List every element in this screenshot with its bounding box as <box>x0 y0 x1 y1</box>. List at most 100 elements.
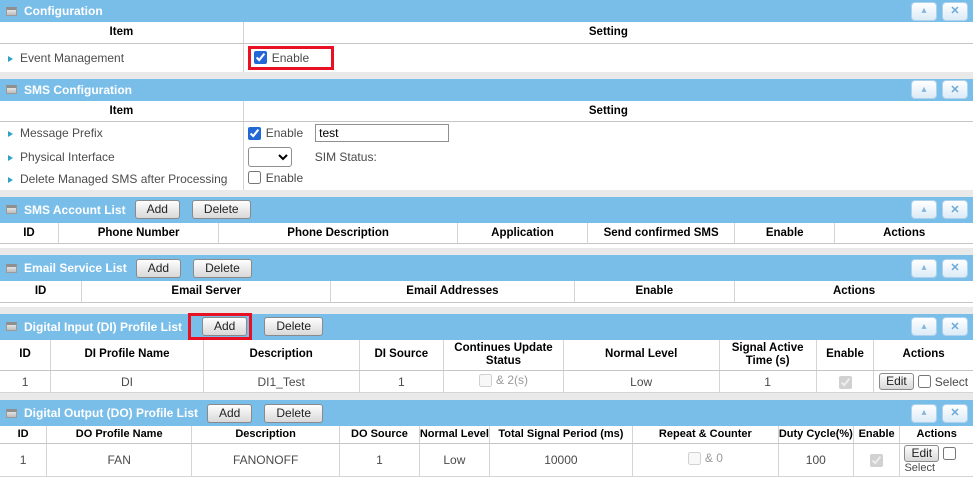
add-button[interactable]: Add <box>202 317 247 336</box>
row-arrow-icon <box>8 56 13 62</box>
col-normal-level: Normal Level <box>563 340 719 371</box>
add-button[interactable]: Add <box>135 200 180 219</box>
col-di-source: DI Source <box>359 340 444 371</box>
collapse-button[interactable]: ▴ <box>911 2 937 21</box>
physical-interface-select[interactable] <box>248 147 292 167</box>
select-checkbox[interactable] <box>918 375 931 388</box>
email-service-list-section: Email Service List Add Delete ▴ ✕ ID Ema… <box>0 255 973 307</box>
message-prefix-enable-checkbox[interactable] <box>248 127 261 140</box>
collapse-button[interactable]: ▴ <box>911 259 937 278</box>
delete-managed-sms-label: Delete Managed SMS after Processing <box>20 172 227 186</box>
col-email-server: Email Server <box>82 281 331 302</box>
col-normal-level: Normal Level <box>419 426 489 443</box>
cell-id: 1 <box>0 371 51 393</box>
enable-label: Enable <box>266 171 303 185</box>
section-title: Digital Output (DO) Profile List <box>24 406 198 420</box>
window-icon <box>6 264 17 273</box>
collapse-button[interactable]: ▴ <box>911 404 937 423</box>
col-item: Item <box>0 22 243 43</box>
sms-account-list-section: SMS Account List Add Delete ▴ ✕ ID Phone… <box>0 197 973 249</box>
col-email-addresses: Email Addresses <box>331 281 574 302</box>
col-setting: Setting <box>243 22 973 43</box>
add-button[interactable]: Add <box>136 259 181 278</box>
enable-checkbox <box>839 376 852 389</box>
message-prefix-input[interactable] <box>315 124 449 142</box>
collapse-button[interactable]: ▴ <box>911 80 937 99</box>
cell-repeat-counter: & 0 <box>632 443 778 476</box>
add-button[interactable]: Add <box>207 404 252 423</box>
col-send-confirmed-sms: Send confirmed SMS <box>588 223 735 244</box>
table-header-row: ID DO Profile Name Description DO Source… <box>0 426 973 443</box>
event-management-page: Configuration ▴ ✕ Item Setting Event Man… <box>0 0 973 477</box>
collapse-button[interactable]: ▴ <box>911 317 937 336</box>
select-label: Select <box>935 375 968 389</box>
close-icon[interactable]: ✕ <box>942 317 968 336</box>
configuration-section: Configuration ▴ ✕ Item Setting Event Man… <box>0 0 973 72</box>
message-prefix-row: Message Prefix Enable <box>0 122 973 145</box>
collapse-button[interactable]: ▴ <box>911 200 937 219</box>
sms-account-table: ID Phone Number Phone Description Applic… <box>0 223 973 245</box>
email-service-table: ID Email Server Email Addresses Enable A… <box>0 281 973 303</box>
enable-checkbox <box>870 454 883 467</box>
col-id: ID <box>0 426 47 443</box>
di-profile-list-section: Digital Input (DI) Profile List Add Dele… <box>0 314 973 394</box>
configuration-table: Item Setting Event Management Enable <box>0 22 973 72</box>
col-phone-number: Phone Number <box>58 223 219 244</box>
sms-configuration-header: SMS Configuration ▴ ✕ <box>0 79 973 101</box>
section-title: Configuration <box>24 4 103 18</box>
delete-button[interactable]: Delete <box>264 404 323 423</box>
delete-button[interactable]: Delete <box>264 317 323 336</box>
delete-button[interactable]: Delete <box>193 259 252 278</box>
do-profile-list-section: Digital Output (DO) Profile List Add Del… <box>0 400 973 477</box>
col-continues-update-status: Continues Update Status <box>444 340 564 371</box>
window-icon <box>6 7 17 16</box>
delete-managed-sms-enable-checkbox[interactable] <box>248 171 261 184</box>
edit-button[interactable]: Edit <box>904 445 939 462</box>
close-icon[interactable]: ✕ <box>942 404 968 423</box>
col-description: Description <box>203 340 359 371</box>
close-icon[interactable]: ✕ <box>942 2 968 21</box>
cell-do-profile-name: FAN <box>47 443 192 476</box>
col-di-profile-name: DI Profile Name <box>51 340 204 371</box>
di-profile-table: ID DI Profile Name Description DI Source… <box>0 340 973 394</box>
sim-status-label: SIM Status: <box>315 150 377 164</box>
close-icon[interactable]: ✕ <box>942 200 968 219</box>
delete-button[interactable]: Delete <box>192 200 251 219</box>
row-arrow-icon <box>8 177 13 183</box>
section-title: Digital Input (DI) Profile List <box>24 320 182 334</box>
cell-di-profile-name: DI <box>51 371 204 393</box>
col-phone-description: Phone Description <box>219 223 457 244</box>
col-item: Item <box>0 101 243 122</box>
physical-interface-label: Physical Interface <box>20 150 115 164</box>
col-setting: Setting <box>243 101 973 122</box>
col-total-signal-period: Total Signal Period (ms) <box>489 426 632 443</box>
cell-description: FANONOFF <box>192 443 340 476</box>
col-id: ID <box>0 223 58 244</box>
row-arrow-icon <box>8 155 13 161</box>
window-icon <box>6 409 17 418</box>
cell-normal-level: Low <box>419 443 489 476</box>
cell-do-source: 1 <box>340 443 420 476</box>
section-title: Email Service List <box>24 261 127 275</box>
do-profile-table: ID DO Profile Name Description DO Source… <box>0 426 973 477</box>
close-icon[interactable]: ✕ <box>942 259 968 278</box>
select-checkbox[interactable] <box>943 447 956 460</box>
sms-configuration-section: SMS Configuration ▴ ✕ Item Setting Messa… <box>0 79 973 190</box>
col-do-profile-name: DO Profile Name <box>47 426 192 443</box>
do-profile-row: 1 FAN FANONOFF 1 Low 10000 & 0 100 Edit <box>0 443 973 476</box>
event-management-enable-checkbox[interactable] <box>254 51 267 64</box>
cell-total-signal-period: 10000 <box>489 443 632 476</box>
configuration-header: Configuration ▴ ✕ <box>0 0 973 22</box>
window-icon <box>6 322 17 331</box>
di-profile-row: 1 DI DI1_Test 1 & 2(s) Low 1 Edit Select <box>0 371 973 393</box>
cell-enable <box>816 371 873 393</box>
repeat-checkbox <box>688 452 701 465</box>
edit-button[interactable]: Edit <box>879 373 914 390</box>
window-icon <box>6 205 17 214</box>
col-enable: Enable <box>735 223 835 244</box>
col-actions: Actions <box>835 223 973 244</box>
highlight-box: Add <box>188 313 252 340</box>
col-signal-active-time: Signal Active Time (s) <box>719 340 816 371</box>
close-icon[interactable]: ✕ <box>942 80 968 99</box>
sms-configuration-table: Item Setting Message Prefix Enable Physi… <box>0 101 973 190</box>
